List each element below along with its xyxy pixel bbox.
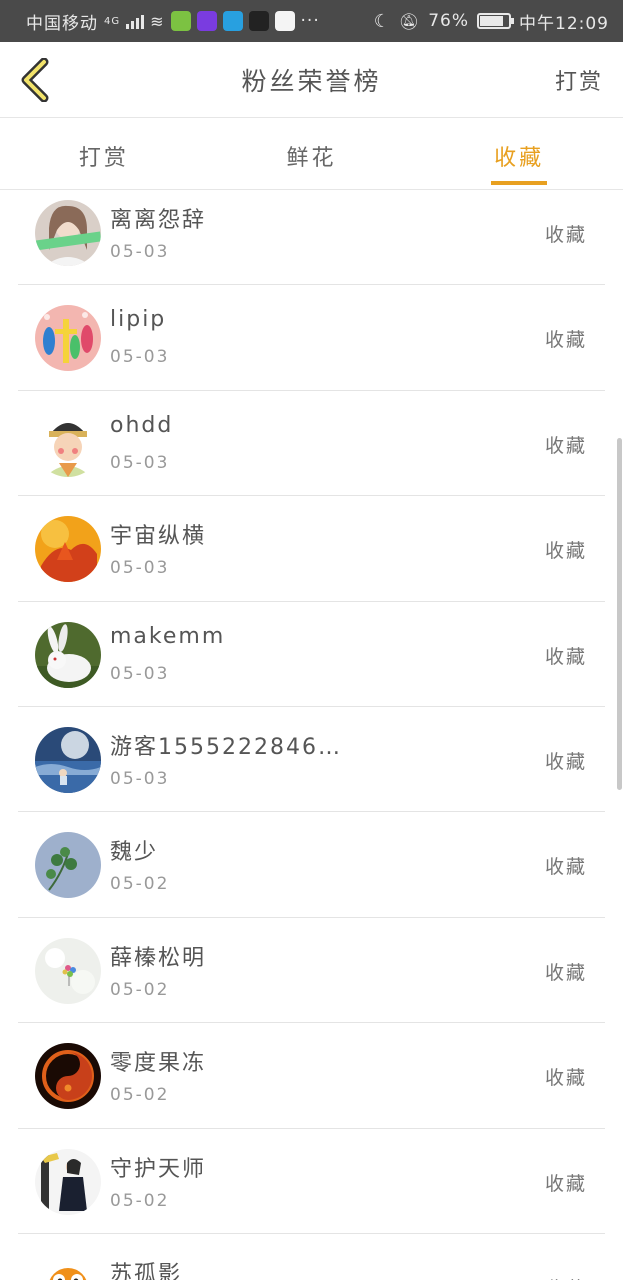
avatar[interactable]	[35, 200, 101, 266]
list-item[interactable]: 魏少 05-02 收藏	[18, 812, 605, 918]
clock: 中午12:09	[519, 13, 609, 34]
list-item[interactable]: 守护天师 05-02 收藏	[18, 1129, 605, 1234]
status-bar: 中国移动 4G ≋ ··· ☾ 🔕︎ 76% 中午12:09	[0, 0, 623, 42]
avatar[interactable]	[35, 305, 101, 372]
user-name: 游客1555222846…	[110, 734, 342, 760]
user-name: 守护天师	[110, 1156, 207, 1182]
user-name: 魏少	[110, 840, 159, 866]
battery-icon	[477, 13, 514, 29]
scrollbar[interactable]	[617, 438, 622, 790]
fan-list: 离离怨辞 05-03 收藏 lipip 05-03 收藏 ohdd 05-03 …	[0, 180, 623, 1280]
user-name: 离离怨辞	[110, 208, 207, 233]
action-label: 收藏	[544, 750, 587, 773]
item-date: 05-03	[110, 347, 170, 368]
action-label: 收藏	[544, 224, 587, 246]
app-icon-map	[274, 11, 295, 31]
network-label: 4G	[104, 15, 121, 27]
page-title: 粉丝荣誉榜	[241, 67, 382, 96]
tab-label: 打赏	[78, 146, 129, 171]
reward-button[interactable]: 打赏	[555, 64, 603, 96]
item-date: 05-02	[110, 874, 170, 895]
user-name: 苏孤影	[110, 1261, 183, 1280]
list-item[interactable]: 苏孤影 收藏	[18, 1234, 605, 1280]
avatar[interactable]	[35, 1043, 101, 1110]
app-icon-video	[222, 11, 243, 31]
moon-icon: ☾	[373, 10, 391, 32]
header-bar: 粉丝荣誉榜 打赏	[0, 42, 623, 118]
app-icon-green	[170, 11, 191, 31]
action-label: 收藏	[544, 1067, 587, 1090]
action-label: 收藏	[544, 329, 587, 352]
avatar[interactable]	[35, 1148, 101, 1215]
carrier-label: 中国移动	[26, 13, 98, 34]
avatar[interactable]	[35, 1253, 101, 1280]
item-date: 05-03	[110, 452, 170, 473]
action-label: 收藏	[544, 961, 587, 984]
wifi-icon: ≋	[150, 11, 165, 31]
tab-flowers[interactable]: 鲜花	[208, 118, 416, 189]
user-name: 宇宙纵横	[110, 524, 207, 550]
list-item[interactable]: ohdd 05-03 收藏	[18, 391, 605, 497]
item-date: 05-03	[110, 768, 170, 789]
item-date: 05-03	[110, 558, 170, 579]
list-item[interactable]: 薛榛松明 05-02 收藏	[18, 918, 605, 1024]
action-label: 收藏	[544, 856, 587, 879]
action-label: 收藏	[544, 434, 587, 457]
more-indicator: ···	[300, 11, 320, 31]
list-item[interactable]: 游客1555222846… 05-03 收藏	[18, 707, 605, 813]
avatar[interactable]	[35, 621, 101, 688]
user-name: ohdd	[110, 412, 174, 438]
item-date: 05-02	[110, 1085, 170, 1106]
item-date: 05-03	[110, 663, 170, 684]
list-item[interactable]: lipip 05-03 收藏	[18, 285, 605, 391]
user-name: 零度果冻	[110, 1051, 207, 1077]
tab-reward[interactable]: 打赏	[0, 118, 208, 189]
action-label: 收藏	[544, 540, 587, 563]
action-label: 收藏	[545, 1274, 587, 1280]
app-icon-clapper	[248, 11, 269, 31]
action-label: 收藏	[544, 1172, 587, 1195]
avatar[interactable]	[35, 410, 101, 477]
tab-label: 鲜花	[286, 146, 337, 171]
user-name: 薛榛松明	[110, 945, 207, 971]
app-icon-m	[196, 11, 217, 31]
item-date: 05-02	[110, 1190, 170, 1211]
list-item[interactable]: 离离怨辞 05-03 收藏	[18, 180, 605, 286]
user-name: lipip	[110, 307, 167, 333]
avatar[interactable]	[35, 726, 101, 793]
user-name: makemm	[110, 623, 226, 649]
list-item[interactable]: 宇宙纵横 05-03 收藏	[18, 496, 605, 602]
list-item[interactable]: 零度果冻 05-02 收藏	[18, 1023, 605, 1129]
avatar[interactable]	[35, 832, 101, 899]
list-item[interactable]: makemm 05-03 收藏	[18, 602, 605, 707]
battery-percent: 76%	[428, 11, 469, 31]
action-label: 收藏	[544, 645, 587, 668]
mute-icon: 🔕︎	[398, 11, 421, 31]
item-date: 05-02	[110, 979, 170, 1000]
tab-label: 收藏	[494, 146, 545, 171]
tab-favorites[interactable]: 收藏	[415, 118, 623, 189]
avatar[interactable]	[35, 937, 101, 1004]
signal-icon	[126, 13, 145, 29]
item-date: 05-03	[110, 242, 170, 262]
avatar[interactable]	[35, 516, 101, 583]
